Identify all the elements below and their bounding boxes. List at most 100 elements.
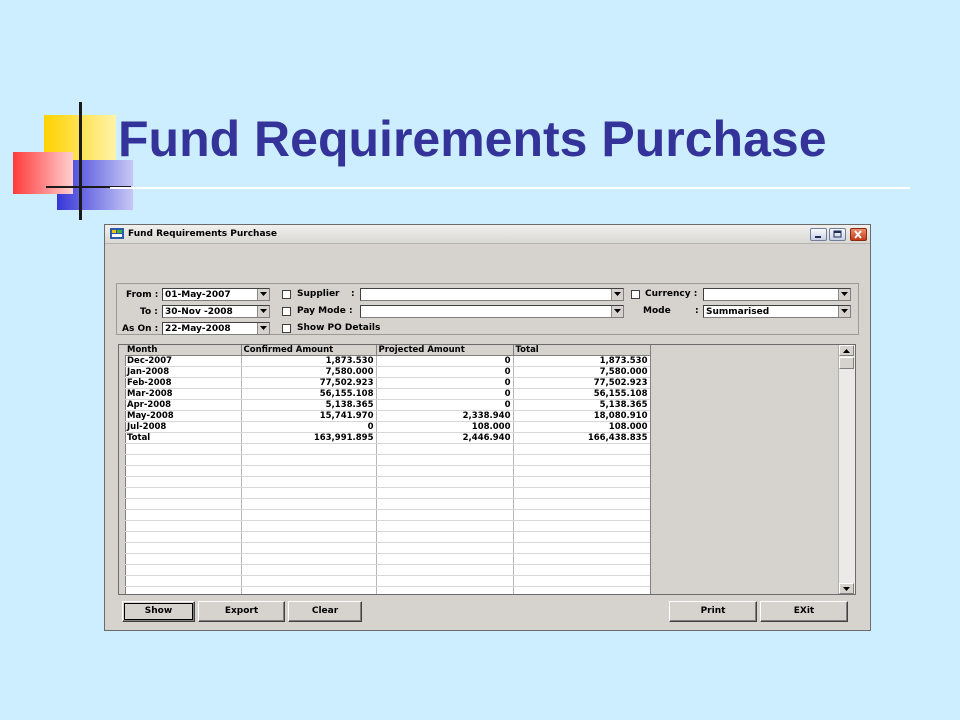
cell-projected: 2,446.940 — [376, 432, 514, 444]
cell-confirmed: 56,155.108 — [241, 388, 377, 400]
column-header-confirmed-amount[interactable]: Confirmed Amount — [241, 345, 377, 356]
chevron-down-icon[interactable] — [611, 289, 623, 300]
chevron-down-icon[interactable] — [838, 306, 850, 317]
exit-button[interactable]: EXit — [760, 601, 848, 622]
cell-projected: 0 — [376, 366, 514, 378]
mode-label: Mode — [643, 306, 671, 316]
table-row-empty[interactable] — [125, 553, 651, 565]
cell-month: Total — [125, 432, 242, 444]
cell-projected: 108.000 — [376, 421, 514, 433]
mode-select[interactable]: Summarised — [703, 305, 851, 318]
cell-confirmed: 15,741.970 — [241, 410, 377, 422]
table-row-empty[interactable] — [125, 564, 651, 576]
as-on-date-select[interactable]: 22-May-2008 — [162, 322, 270, 335]
table-row[interactable]: Jan-2008 7,580.000 0 7,580.000 — [125, 366, 651, 378]
table-header-row: Month Confirmed Amount Projected Amount … — [125, 345, 651, 356]
show-po-details-checkbox[interactable] — [282, 324, 291, 333]
table-row-empty[interactable] — [125, 586, 651, 594]
cell-month: Jan-2008 — [125, 366, 242, 378]
table-row-empty[interactable] — [125, 542, 651, 554]
decor-vertical-line — [79, 102, 82, 220]
table-row[interactable]: May-2008 15,741.970 2,338.940 18,080.910 — [125, 410, 651, 422]
chevron-down-icon[interactable] — [611, 306, 623, 317]
pay-mode-select[interactable] — [360, 305, 624, 318]
export-button[interactable]: Export — [198, 601, 285, 622]
table-row[interactable]: Dec-2007 1,873.530 0 1,873.530 — [125, 355, 651, 367]
from-label: From : — [126, 290, 159, 300]
cell-month: Feb-2008 — [125, 377, 242, 389]
chevron-down-icon[interactable] — [257, 289, 269, 300]
table-row-empty[interactable] — [125, 520, 651, 532]
cell-total: 56,155.108 — [513, 388, 651, 400]
table-row[interactable]: Jul-2008 0 108.000 108.000 — [125, 421, 651, 433]
chevron-down-icon[interactable] — [257, 306, 269, 317]
to-date-value: 30-Nov -2008 — [165, 307, 233, 317]
minimize-button[interactable] — [810, 228, 827, 241]
pay-mode-label: Pay Mode : — [297, 306, 353, 316]
cell-projected: 0 — [376, 399, 514, 411]
table-row-empty[interactable] — [125, 454, 651, 466]
cell-month: Dec-2007 — [125, 355, 242, 367]
as-on-date-value: 22-May-2008 — [165, 324, 231, 334]
supplier-colon: : — [351, 289, 355, 299]
print-button[interactable]: Print — [669, 601, 757, 622]
supplier-checkbox[interactable] — [282, 290, 291, 299]
mode-value: Summarised — [706, 307, 770, 317]
slide-title: Fund Requirements Purchase — [118, 111, 827, 167]
cell-month: Apr-2008 — [125, 399, 242, 411]
data-grid[interactable]: Month Confirmed Amount Projected Amount … — [118, 344, 856, 595]
title-underline — [110, 187, 910, 189]
supplier-select[interactable] — [360, 288, 624, 301]
cell-confirmed: 163,991.895 — [241, 432, 377, 444]
table-row-empty[interactable] — [125, 575, 651, 587]
currency-checkbox[interactable] — [631, 290, 640, 299]
scroll-down-button[interactable] — [839, 583, 854, 594]
chevron-down-icon[interactable] — [838, 289, 850, 300]
column-header-projected-amount[interactable]: Projected Amount — [376, 345, 514, 356]
from-date-value: 01-May-2007 — [165, 290, 231, 300]
minimize-icon — [815, 236, 821, 238]
fund-table: Month Confirmed Amount Projected Amount … — [125, 345, 651, 594]
close-icon — [854, 230, 862, 239]
table-row[interactable]: Apr-2008 5,138.365 0 5,138.365 — [125, 399, 651, 411]
show-button[interactable]: Show — [122, 601, 195, 622]
arrow-down-icon — [843, 587, 850, 591]
table-row-empty[interactable] — [125, 443, 651, 455]
cell-total: 77,502.923 — [513, 377, 651, 389]
table-row-total[interactable]: Total 163,991.895 2,446.940 166,438.835 — [125, 432, 651, 444]
vertical-scrollbar[interactable] — [838, 345, 855, 594]
pay-mode-checkbox[interactable] — [282, 307, 291, 316]
from-date-select[interactable]: 01-May-2007 — [162, 288, 270, 301]
table-row-empty[interactable] — [125, 476, 651, 488]
chevron-down-icon[interactable] — [257, 323, 269, 334]
title-bar[interactable]: Fund Requirements Purchase — [105, 225, 870, 244]
cell-projected: 2,338.940 — [376, 410, 514, 422]
maximize-button[interactable] — [829, 228, 846, 241]
currency-select[interactable] — [703, 288, 851, 301]
as-on-label: As On : — [122, 324, 159, 334]
filter-panel: From : 01-May-2007 To : 30-Nov -2008 As … — [116, 283, 859, 335]
cell-month: Mar-2008 — [125, 388, 242, 400]
window-title: Fund Requirements Purchase — [128, 229, 278, 239]
clear-button[interactable]: Clear — [288, 601, 362, 622]
scroll-up-button[interactable] — [839, 345, 854, 356]
table-row-empty[interactable] — [125, 531, 651, 543]
cell-total: 108.000 — [513, 421, 651, 433]
table-row-empty[interactable] — [125, 498, 651, 510]
supplier-label: Supplier — [297, 289, 340, 299]
scroll-thumb[interactable] — [839, 357, 854, 369]
table-row-empty[interactable] — [125, 487, 651, 499]
cell-confirmed: 5,138.365 — [241, 399, 377, 411]
table-row[interactable]: Mar-2008 56,155.108 0 56,155.108 — [125, 388, 651, 400]
maximize-icon — [833, 230, 842, 238]
cell-confirmed: 1,873.530 — [241, 355, 377, 367]
column-header-total[interactable]: Total — [513, 345, 651, 356]
table-row[interactable]: Feb-2008 77,502.923 0 77,502.923 — [125, 377, 651, 389]
to-date-select[interactable]: 30-Nov -2008 — [162, 305, 270, 318]
cell-confirmed: 7,580.000 — [241, 366, 377, 378]
table-row-empty[interactable] — [125, 465, 651, 477]
close-button[interactable] — [850, 228, 867, 241]
table-row-empty[interactable] — [125, 509, 651, 521]
column-header-month[interactable]: Month — [125, 345, 242, 356]
mode-colon: : — [695, 306, 699, 316]
